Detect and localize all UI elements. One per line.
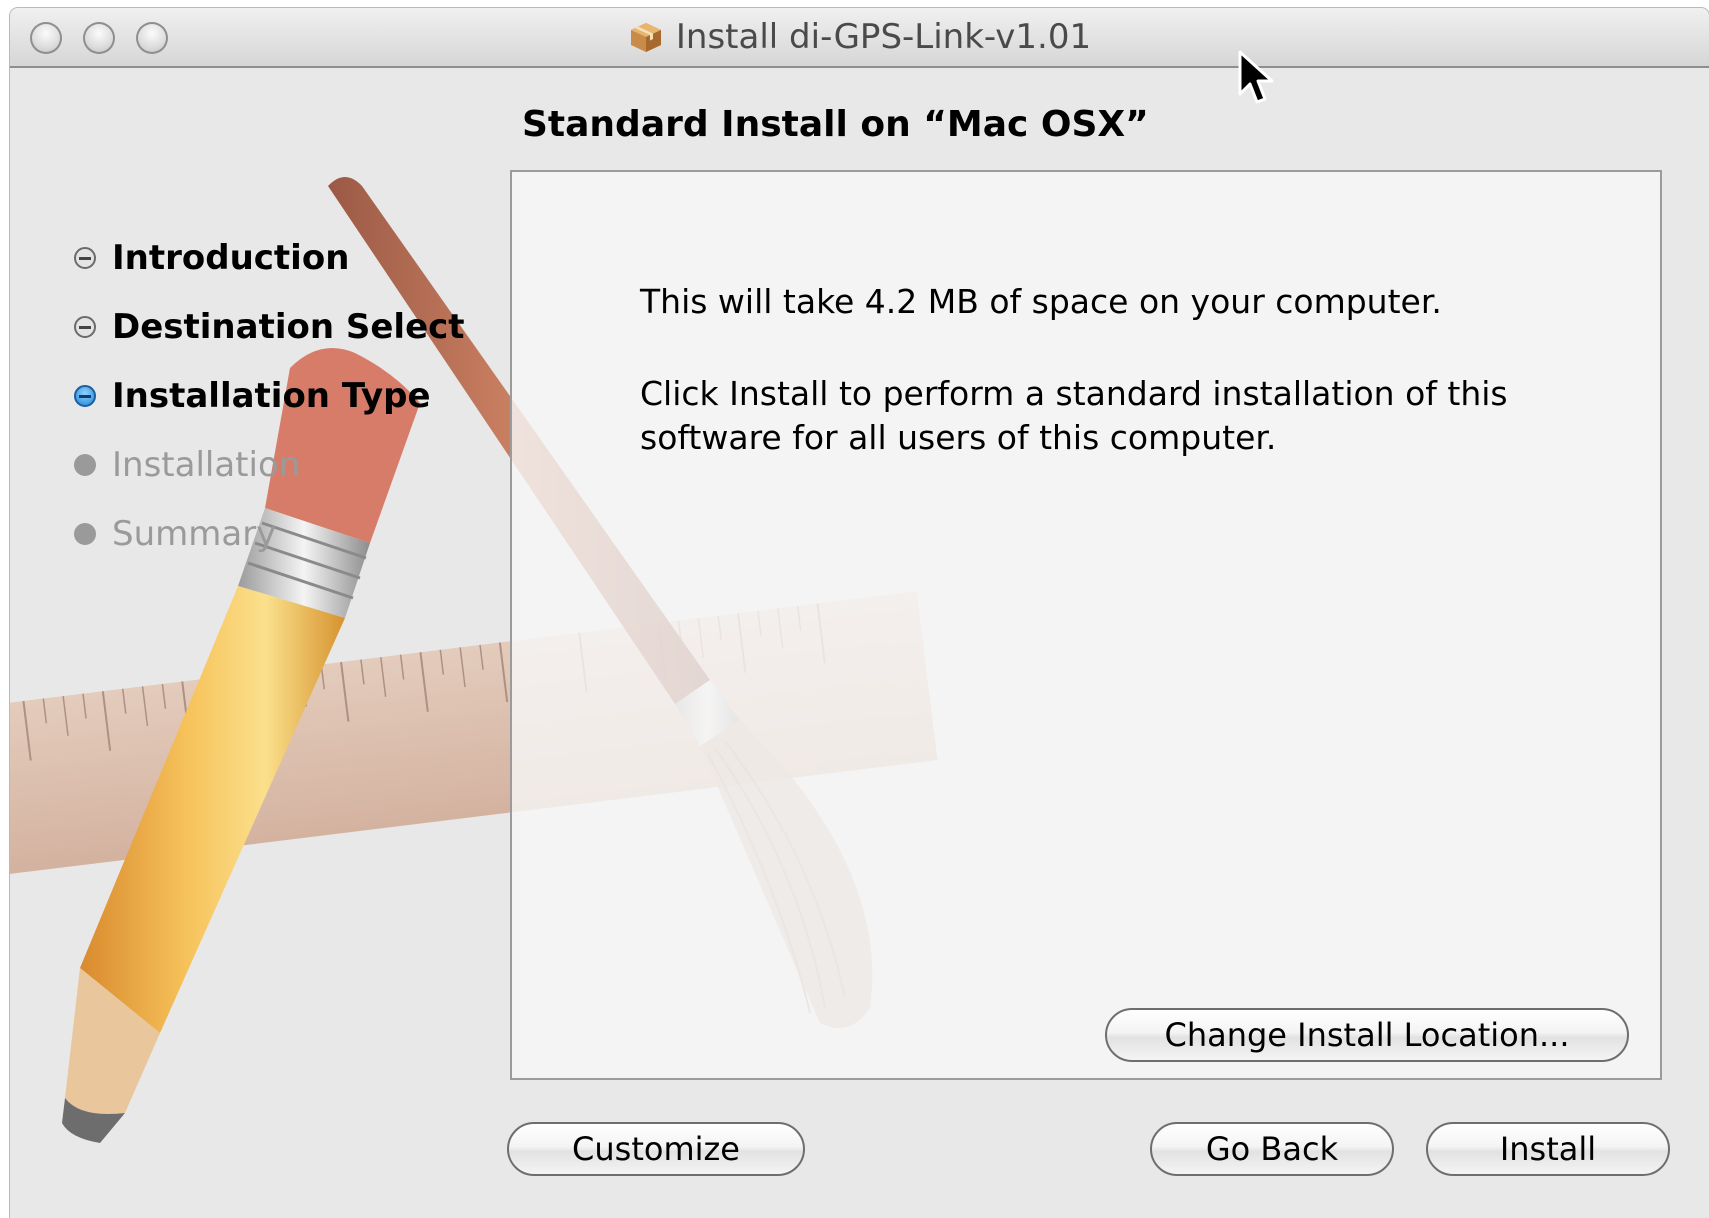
customize-button[interactable]: Customize — [507, 1122, 805, 1176]
step-summary: Summary — [74, 514, 276, 554]
install-info-text: Click Install to perform a standard inst… — [640, 374, 1508, 457]
step-introduction: Introduction — [74, 238, 349, 278]
mouse-cursor-icon — [1238, 50, 1274, 104]
content-panel: This will take 4.2 MB of space on your c… — [510, 170, 1662, 1080]
step-pending-icon — [74, 454, 96, 476]
step-label: Summary — [112, 514, 277, 554]
install-button[interactable]: Install — [1426, 1122, 1670, 1176]
installer-window: Install di-GPS-Link-v1.01 Standard Insta… — [10, 8, 1709, 1218]
space-required-text: This will take 4.2 MB of space on your c… — [640, 282, 1442, 321]
step-label: Introduction — [112, 238, 350, 278]
title-group: Install di-GPS-Link-v1.01 — [10, 8, 1709, 66]
step-done-icon — [74, 247, 96, 269]
step-label: Installation — [112, 445, 301, 485]
window-title: Install di-GPS-Link-v1.01 — [675, 17, 1092, 57]
page-heading: Standard Install on “Mac OSX” — [522, 104, 1149, 145]
title-bar: Install di-GPS-Link-v1.01 — [10, 8, 1709, 68]
step-label: Installation Type — [112, 376, 431, 416]
package-icon — [630, 23, 661, 52]
step-label: Destination Select — [112, 307, 465, 347]
step-pending-icon — [74, 523, 96, 545]
step-installation: Installation — [74, 445, 300, 485]
step-current-icon — [74, 385, 96, 407]
step-installation-type: Installation Type — [74, 376, 431, 416]
step-done-icon — [74, 316, 96, 338]
step-destination-select: Destination Select — [74, 307, 465, 347]
change-install-location-button[interactable]: Change Install Location... — [1105, 1008, 1629, 1062]
go-back-button[interactable]: Go Back — [1150, 1122, 1394, 1176]
